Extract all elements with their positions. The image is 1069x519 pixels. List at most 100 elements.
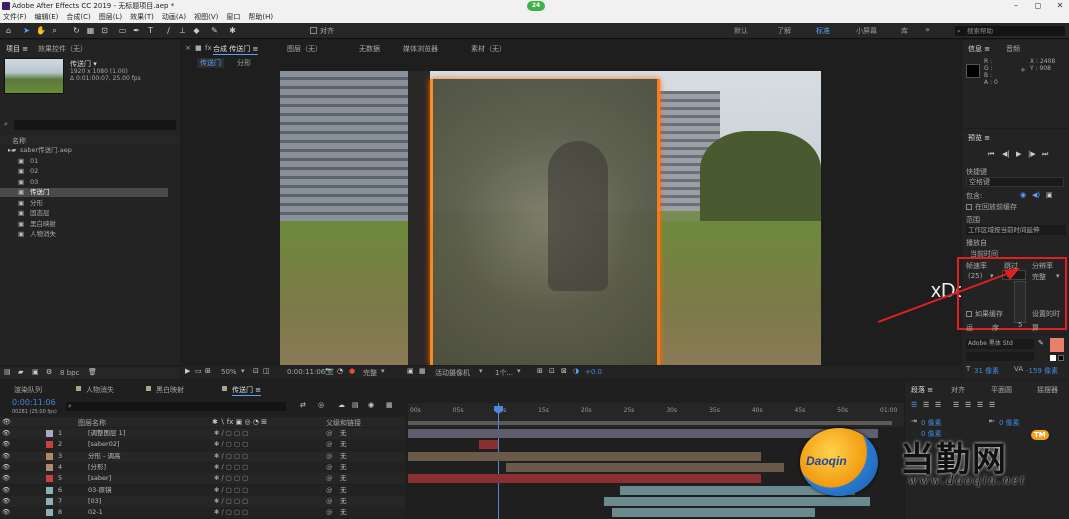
- visibility-eye-icon[interactable]: 👁: [2, 496, 10, 507]
- comp-mini-flowchart-icon[interactable]: ⇄: [300, 401, 306, 409]
- play-icon[interactable]: ▶: [1016, 150, 1021, 158]
- layer-color-swatch[interactable]: [46, 430, 53, 437]
- first-frame-icon[interactable]: ⏮: [988, 150, 994, 159]
- zoom-dropdown-icon[interactable]: ▾: [241, 367, 245, 375]
- layer-color-swatch[interactable]: [46, 452, 53, 460]
- menu-item-4[interactable]: 效果(T): [130, 12, 154, 23]
- delete-icon[interactable]: 🗑: [88, 368, 97, 376]
- font-size-value[interactable]: 31 像素: [974, 366, 999, 376]
- roto-tool-icon[interactable]: ✎: [210, 26, 219, 35]
- tab-effect-controls[interactable]: 效果控件（无）: [38, 44, 87, 54]
- res-value[interactable]: 完整: [1032, 272, 1046, 282]
- layer-duration-bar[interactable]: [603, 496, 871, 506]
- include-video-icon[interactable]: ◉: [1020, 191, 1026, 199]
- layer-row[interactable]: 👁 2 [saber02] ✱ ∕ ▢ ▢ ▢ @ 无: [0, 439, 405, 451]
- justify-center-icon[interactable]: ☰: [965, 401, 971, 409]
- timeline-timecode[interactable]: 0:00:11:06: [12, 398, 56, 407]
- flowchart-icon[interactable]: ⊠: [561, 367, 567, 375]
- comp-lock-icon[interactable]: ×: [185, 44, 191, 52]
- parent-value[interactable]: 无: [340, 507, 347, 518]
- parent-value[interactable]: 无: [340, 496, 347, 507]
- layer-row[interactable]: 👁 8 02-1 ✱ ∕ ▢ ▢ ▢ @ 无: [0, 507, 405, 519]
- brush-tool-icon[interactable]: ∕: [164, 26, 173, 35]
- layer-name[interactable]: [saber02]: [88, 439, 120, 450]
- menu-item-6[interactable]: 视图(V): [194, 12, 218, 23]
- project-item[interactable]: ▣ 传送门: [0, 188, 168, 197]
- views-dropdown-icon[interactable]: ▾: [517, 367, 521, 375]
- puppet-tool-icon[interactable]: ✱: [228, 26, 237, 35]
- eyedropper-icon[interactable]: ✎: [1038, 339, 1044, 347]
- include-audio-icon[interactable]: ◀): [1032, 191, 1040, 199]
- layer-name[interactable]: [调整图层 1]: [88, 428, 125, 439]
- align-left-icon[interactable]: ☰: [911, 401, 917, 409]
- workspace-standard[interactable]: 标准: [816, 26, 830, 36]
- layer-color-swatch[interactable]: [46, 475, 53, 483]
- menu-item-1[interactable]: 编辑(E): [35, 12, 59, 23]
- justify-all-icon[interactable]: ☰: [989, 401, 995, 409]
- layer-color-swatch[interactable]: [46, 497, 53, 505]
- motion-blur-icon[interactable]: ◉: [368, 401, 374, 409]
- draft-3d-icon[interactable]: ◎: [318, 401, 324, 409]
- text-tool-icon[interactable]: T: [146, 26, 155, 35]
- layer-name[interactable]: 分形 - 调高: [88, 451, 120, 462]
- layer-switches[interactable]: ✱ ∕ ▢ ▢ ▢: [214, 439, 248, 450]
- settings-icon[interactable]: ⚙: [46, 368, 52, 376]
- font-style-select[interactable]: [966, 352, 1034, 361]
- visibility-eye-icon[interactable]: 👁: [2, 473, 10, 484]
- menu-item-8[interactable]: 帮助(H): [248, 12, 273, 23]
- monitor-icon[interactable]: ▭: [195, 367, 202, 375]
- menu-item-7[interactable]: 窗口: [226, 12, 240, 23]
- camera-dropdown-icon[interactable]: ▾: [479, 367, 483, 375]
- tab-audio[interactable]: 音频: [1006, 44, 1020, 54]
- layer-row[interactable]: 👁 6 03-原镜 ✱ ∕ ▢ ▢ ▢ @ 无: [0, 484, 405, 496]
- layer-switches[interactable]: ✱ ∕ ▢ ▢ ▢: [214, 496, 248, 507]
- parent-value[interactable]: 无: [340, 462, 347, 473]
- workspace-library[interactable]: 库: [901, 26, 908, 36]
- bpc-label[interactable]: 8 bpc: [60, 369, 79, 377]
- zoom-tool-icon[interactable]: ⌕: [50, 26, 59, 35]
- comp-viewer-image[interactable]: xDown.cc: [280, 71, 821, 365]
- camera-tool-icon[interactable]: ▦: [86, 26, 95, 35]
- tab-render-queue[interactable]: 渲染队列: [14, 385, 42, 395]
- align-right-icon[interactable]: ☰: [935, 401, 941, 409]
- last-frame-icon[interactable]: ⏭: [1042, 150, 1048, 159]
- indent-left-value[interactable]: 0 像素: [921, 418, 942, 428]
- tab-info[interactable]: 信息 ≡: [968, 44, 990, 54]
- layer-row[interactable]: 👁 7 [03] ✱ ∕ ▢ ▢ ▢ @ 无: [0, 495, 405, 507]
- project-item[interactable]: ▸▰ saber传送门.aep: [0, 146, 168, 155]
- tab-wiggler[interactable]: 摇摆器: [1037, 385, 1058, 395]
- parent-pickwhip-icon[interactable]: @: [326, 507, 333, 518]
- camera-value[interactable]: 活动摄像机: [435, 368, 470, 378]
- fast-preview-icon[interactable]: ⊡: [549, 367, 555, 375]
- stroke-white-swatch[interactable]: [1050, 355, 1056, 361]
- minimize-icon[interactable]: –: [1009, 0, 1023, 12]
- project-item[interactable]: ▣ 分形: [0, 199, 168, 208]
- timeline-search-input[interactable]: [66, 402, 286, 411]
- menu-item-2[interactable]: 合成(C): [66, 12, 90, 23]
- project-search-input[interactable]: [14, 120, 176, 130]
- hand-tool-icon[interactable]: ✋: [36, 26, 46, 35]
- workspace-default[interactable]: 默认: [734, 26, 748, 36]
- search-help-input[interactable]: ⌕ 搜索帮助: [955, 26, 1065, 36]
- rectangle-tool-icon[interactable]: ▭: [118, 26, 127, 35]
- layer-color-swatch[interactable]: [46, 441, 53, 449]
- tab-align[interactable]: 对齐: [951, 385, 965, 395]
- tab-project[interactable]: 项目 ≡: [6, 44, 28, 54]
- project-item[interactable]: ▣ 03: [0, 178, 168, 187]
- tab-portal[interactable]: 传送门 ≡: [232, 385, 262, 396]
- tab-paragraph[interactable]: 段落 ≡: [911, 385, 933, 395]
- align-checkbox[interactable]: [310, 27, 317, 34]
- next-frame-icon[interactable]: |▶: [1028, 150, 1036, 158]
- always-preview-icon[interactable]: ▶: [185, 367, 190, 375]
- menu-item-3[interactable]: 图层(L): [99, 12, 122, 23]
- range-select[interactable]: 工作区域按当前时间延伸: [966, 225, 1066, 235]
- col-layer-name[interactable]: 图层名称: [78, 418, 106, 428]
- layer-duration-bar[interactable]: [408, 451, 761, 461]
- layer-duration-bar[interactable]: [478, 440, 499, 450]
- layer-switches[interactable]: ✱ ∕ ▢ ▢ ▢: [214, 451, 248, 462]
- layer-name[interactable]: [分形]: [88, 462, 106, 473]
- tracking-value[interactable]: -159 像素: [1026, 366, 1058, 376]
- layer-name[interactable]: [03]: [88, 496, 101, 507]
- snapshot-icon[interactable]: 📷: [325, 367, 334, 375]
- font-select[interactable]: Adobe 黑体 Std: [966, 339, 1034, 349]
